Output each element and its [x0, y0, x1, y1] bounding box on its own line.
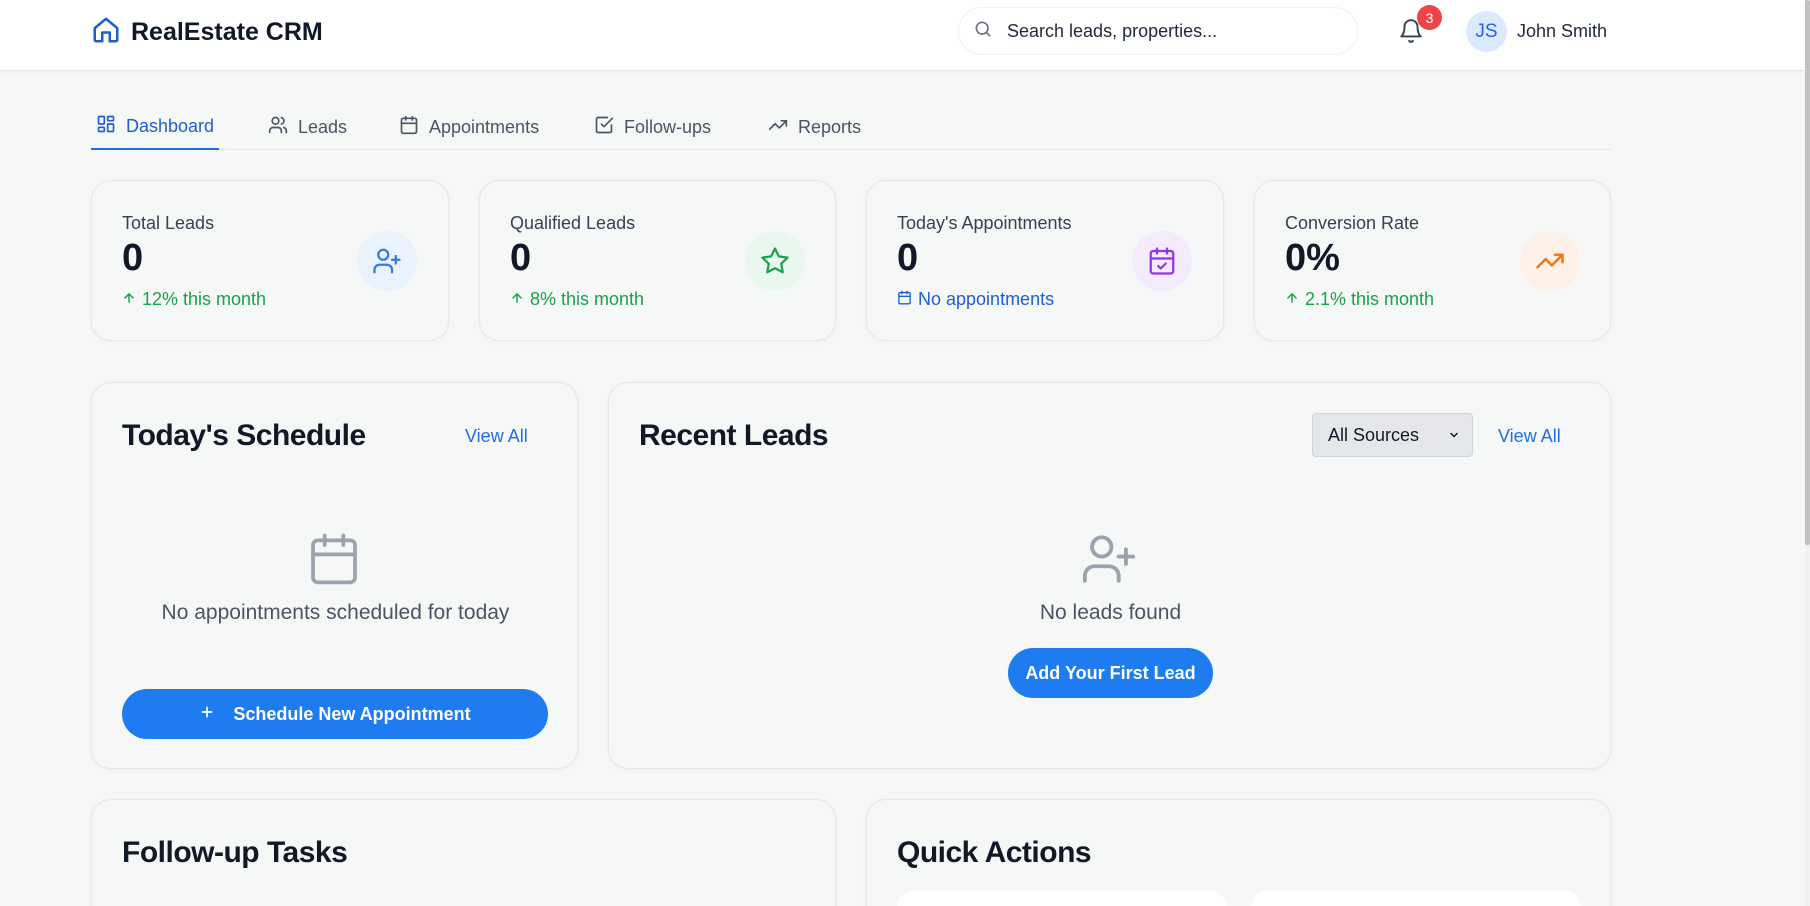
dashboard-icon: [96, 114, 116, 139]
stat-label: Total Leads: [122, 213, 215, 233]
view-all-link[interactable]: View All: [1498, 426, 1561, 447]
calendar-small-icon: [897, 289, 912, 310]
empty-state-text: No leads found: [1039, 601, 1182, 624]
user-name[interactable]: John Smith: [1517, 21, 1607, 42]
users-icon: [268, 115, 288, 140]
stat-card-qualified-leads: Qualified Leads 0 8% this month: [479, 180, 836, 341]
stat-value: 0: [897, 237, 919, 279]
trending-up-icon: [1520, 231, 1580, 291]
tab-label: Leads: [298, 116, 348, 137]
select-value: All Sources: [1328, 424, 1420, 445]
add-first-lead-button[interactable]: Add Your First Lead: [1008, 648, 1213, 698]
stat-trend: 8% this month: [510, 289, 644, 310]
stat-value: 0: [510, 237, 532, 279]
empty-state-text: No appointments scheduled for today: [161, 601, 510, 624]
search-icon: [973, 19, 993, 44]
section-title: Recent Leads: [639, 419, 829, 452]
tab-follow-ups[interactable]: Follow-ups: [589, 104, 716, 150]
view-all-link[interactable]: View All: [465, 426, 528, 447]
check-square-icon: [594, 115, 614, 140]
quick-action-tile[interactable]: [1251, 891, 1581, 906]
stat-card-conversion-rate: Conversion Rate 0% 2.1% this month: [1254, 180, 1611, 341]
stat-trend: No appointments: [897, 289, 1054, 310]
stat-trend-text: 8% this month: [530, 289, 645, 309]
stat-trend-text: No appointments: [918, 289, 1055, 309]
tab-leads[interactable]: Leads: [263, 104, 352, 150]
tab-label: Reports: [798, 116, 862, 137]
search-bar[interactable]: [958, 7, 1358, 55]
arrow-up-icon: [122, 289, 136, 310]
main-tabs: Dashboard Leads Appointments Follow-ups …: [91, 104, 1611, 150]
stat-value: 0%: [1285, 237, 1340, 279]
arrow-up-icon: [510, 289, 524, 310]
quick-actions-card: Quick Actions: [866, 799, 1611, 906]
button-label: Schedule New Appointment: [233, 703, 471, 724]
recent-leads-card: Recent Leads All Sources View All No lea…: [608, 382, 1611, 769]
stat-label: Today's Appointments: [897, 213, 1072, 233]
trending-up-icon: [768, 115, 788, 140]
stat-trend-text: 12% this month: [142, 289, 267, 309]
button-label: Add Your First Lead: [1025, 662, 1196, 683]
home-icon: [91, 15, 121, 50]
section-title: Quick Actions: [897, 836, 1092, 869]
chevron-down-icon: [1448, 425, 1460, 446]
plus-icon: [199, 704, 215, 725]
stat-label: Conversion Rate: [1285, 213, 1420, 233]
tab-dashboard[interactable]: Dashboard: [91, 104, 220, 150]
stat-value: 0: [122, 237, 144, 279]
section-title: Follow-up Tasks: [122, 836, 348, 869]
tab-label: Dashboard: [126, 115, 215, 136]
scrollbar-thumb[interactable]: [1805, 0, 1810, 545]
stat-trend: 12% this month: [122, 289, 266, 310]
stat-trend-text: 2.1% this month: [1305, 289, 1435, 309]
avatar[interactable]: JS: [1466, 11, 1507, 52]
follow-up-tasks-card: Follow-up Tasks: [91, 799, 836, 906]
calendar-icon: [399, 115, 419, 140]
tab-appointments[interactable]: Appointments: [394, 104, 544, 150]
user-plus-icon: [357, 231, 417, 291]
user-plus-empty-icon: [1079, 530, 1139, 593]
arrow-up-icon: [1285, 289, 1299, 310]
section-title: Today's Schedule: [122, 419, 366, 452]
schedule-new-appointment-button[interactable]: Schedule New Appointment: [122, 689, 548, 739]
calendar-check-icon: [1132, 231, 1192, 291]
tab-label: Follow-ups: [624, 116, 712, 137]
stat-card-total-leads: Total Leads 0 12% this month: [91, 180, 449, 341]
stat-trend: 2.1% this month: [1285, 289, 1434, 310]
quick-action-tile[interactable]: [897, 891, 1227, 906]
brand[interactable]: RealEstate CRM: [91, 15, 323, 50]
calendar-empty-icon: [306, 530, 362, 593]
tab-label: Appointments: [429, 116, 540, 137]
search-input[interactable]: [1007, 20, 1327, 42]
stat-label: Qualified Leads: [510, 213, 636, 233]
source-filter-select[interactable]: All Sources: [1312, 413, 1473, 457]
star-icon: [745, 231, 805, 291]
app-title: RealEstate CRM: [131, 18, 323, 46]
todays-schedule-card: Today's Schedule View All No appointment…: [91, 382, 578, 769]
stat-card-todays-appointments: Today's Appointments 0 No appointments: [866, 180, 1224, 341]
notification-count-badge: 3: [1417, 5, 1442, 30]
tab-reports[interactable]: Reports: [763, 104, 866, 150]
top-navbar: RealEstate CRM 3 JS John Smith: [0, 0, 1805, 71]
